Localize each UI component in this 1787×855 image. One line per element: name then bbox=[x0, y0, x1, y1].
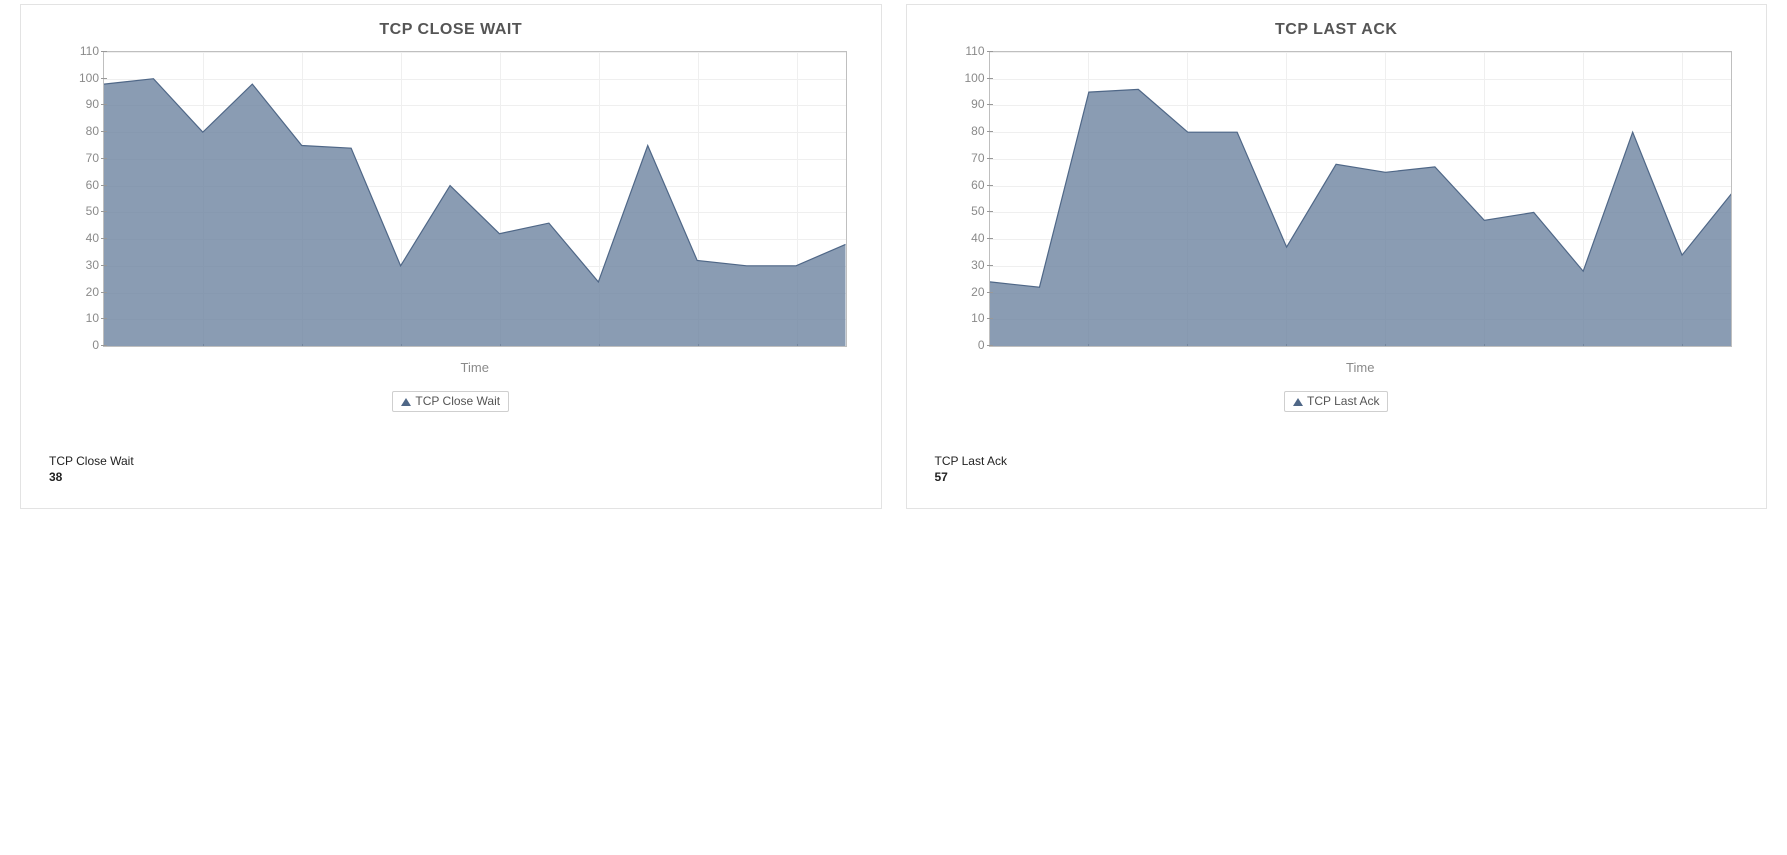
y-tick-label: 80 bbox=[935, 124, 985, 138]
y-tick-label: 50 bbox=[49, 204, 99, 218]
legend-label: TCP Last Ack bbox=[1307, 394, 1379, 408]
y-tick-label: 0 bbox=[935, 338, 985, 352]
area-series bbox=[990, 52, 1732, 346]
y-tick-label: 10 bbox=[935, 311, 985, 325]
chart-area[interactable]: 02:0004:0006:0008:0010:0012:0014:00 Time… bbox=[935, 45, 1739, 385]
plot-area: 02:0004:0006:0008:0010:0012:0014:00 bbox=[989, 51, 1733, 347]
y-tick-label: 70 bbox=[49, 151, 99, 165]
legend-swatch-icon bbox=[401, 395, 411, 409]
y-tick-label: 110 bbox=[49, 44, 99, 58]
panel-title: TCP CLOSE WAIT bbox=[49, 21, 853, 39]
chart-legend: TCP Last Ack bbox=[935, 391, 1739, 412]
metric-summary: TCP Last Ack 57 bbox=[935, 454, 1739, 484]
x-axis-label: Time bbox=[103, 360, 847, 375]
y-tick-label: 110 bbox=[935, 44, 985, 58]
panel-title: TCP LAST ACK bbox=[935, 21, 1739, 39]
chart-legend: TCP Close Wait bbox=[49, 391, 853, 412]
summary-label: TCP Last Ack bbox=[935, 454, 1739, 468]
y-tick-label: 40 bbox=[49, 231, 99, 245]
legend-item[interactable]: TCP Last Ack bbox=[1284, 391, 1388, 412]
y-tick-label: 10 bbox=[49, 311, 99, 325]
chart-area[interactable]: 02:0004:0006:0008:0010:0012:0014:00 Time… bbox=[49, 45, 853, 385]
y-tick-label: 60 bbox=[935, 178, 985, 192]
x-axis-label: Time bbox=[989, 360, 1733, 375]
dashboard: TCP CLOSE WAIT 02:0004:0006:0008:0010:00… bbox=[0, 0, 1787, 529]
y-tick-label: 0 bbox=[49, 338, 99, 352]
y-tick-label: 20 bbox=[49, 285, 99, 299]
y-tick-label: 90 bbox=[935, 97, 985, 111]
y-tick-label: 30 bbox=[935, 258, 985, 272]
y-tick-label: 60 bbox=[49, 178, 99, 192]
y-tick-label: 50 bbox=[935, 204, 985, 218]
legend-label: TCP Close Wait bbox=[415, 394, 500, 408]
metric-summary: TCP Close Wait 38 bbox=[49, 454, 853, 484]
panel-tcp-close-wait: TCP CLOSE WAIT 02:0004:0006:0008:0010:00… bbox=[20, 4, 882, 509]
y-tick-label: 80 bbox=[49, 124, 99, 138]
y-tick-label: 40 bbox=[935, 231, 985, 245]
summary-value: 38 bbox=[49, 470, 853, 484]
y-tick-label: 70 bbox=[935, 151, 985, 165]
legend-swatch-icon bbox=[1293, 395, 1303, 409]
panel-tcp-last-ack: TCP LAST ACK 02:0004:0006:0008:0010:0012… bbox=[906, 4, 1768, 509]
area-series bbox=[104, 52, 846, 346]
y-tick-label: 100 bbox=[935, 71, 985, 85]
y-tick-label: 90 bbox=[49, 97, 99, 111]
y-tick-label: 20 bbox=[935, 285, 985, 299]
summary-label: TCP Close Wait bbox=[49, 454, 853, 468]
plot-area: 02:0004:0006:0008:0010:0012:0014:00 bbox=[103, 51, 847, 347]
summary-value: 57 bbox=[935, 470, 1739, 484]
y-tick-label: 100 bbox=[49, 71, 99, 85]
y-tick-label: 30 bbox=[49, 258, 99, 272]
legend-item[interactable]: TCP Close Wait bbox=[392, 391, 509, 412]
